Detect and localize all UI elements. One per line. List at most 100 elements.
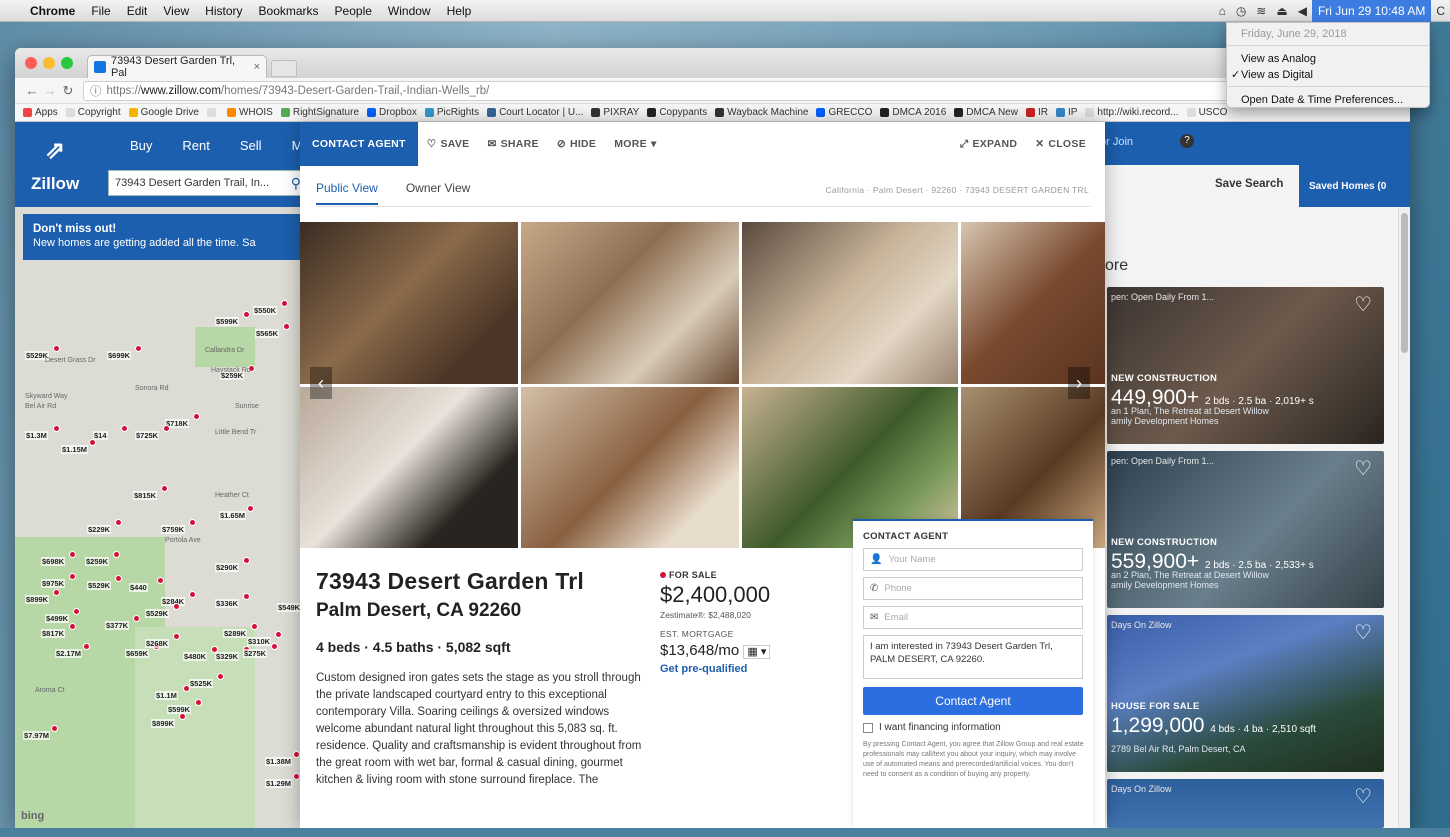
map-price-label[interactable]: $310K	[247, 637, 272, 646]
zestimate[interactable]: Zestimate®: $2,488,020	[660, 610, 770, 620]
map-price-label[interactable]: $1.1M	[155, 691, 178, 700]
bookmark-google-drive[interactable]: Google Drive	[125, 107, 203, 118]
view-as-digital-item[interactable]: ✓ View as Digital	[1227, 66, 1429, 82]
map-marker-pin-icon[interactable]	[51, 725, 58, 732]
map-price-label[interactable]: $525K	[189, 679, 214, 688]
map-marker-pin-icon[interactable]	[275, 631, 282, 638]
tab-close-icon[interactable]: ×	[254, 61, 260, 73]
bookmark-rightsignature[interactable]: RightSignature	[277, 107, 363, 118]
gallery-next-arrow-icon[interactable]: ›	[1068, 367, 1090, 399]
share-button[interactable]: ✉ SHARE	[478, 138, 547, 150]
map-marker-pin-icon[interactable]	[53, 425, 60, 432]
help-icon[interactable]: ?	[1180, 134, 1194, 148]
tab-owner-view[interactable]: Owner View	[406, 181, 470, 205]
map-price-label[interactable]: $1.15M	[61, 445, 89, 454]
photo-bathroom-vanity[interactable]	[300, 222, 518, 384]
map-price-label[interactable]: $899K	[25, 595, 50, 604]
expand-button[interactable]: ⤢ EXPAND	[951, 138, 1026, 151]
map-price-label[interactable]: $377K	[105, 621, 130, 630]
heart-icon[interactable]: ♡	[1354, 292, 1372, 317]
dont-miss-out-banner[interactable]: Don't miss out! New homes are getting ad…	[23, 214, 305, 260]
view-as-analog-item[interactable]: View as Analog	[1227, 50, 1429, 66]
photo-bedroom-sleigh[interactable]	[521, 387, 739, 548]
photo-bathroom-tv[interactable]	[742, 222, 958, 384]
listing-card[interactable]: Days On Zillow ♡	[1107, 779, 1384, 828]
map-marker-pin-icon[interactable]	[161, 485, 168, 492]
bookmark-wiki-record[interactable]: http://wiki.record...	[1081, 107, 1182, 118]
back-arrow-icon[interactable]: ←	[23, 83, 41, 98]
map-price-label[interactable]: $499K	[45, 614, 70, 623]
menu-people[interactable]: People	[327, 4, 380, 18]
map-marker-pin-icon[interactable]	[69, 551, 76, 558]
reload-icon[interactable]: ↻	[59, 83, 77, 99]
bookmark-apps[interactable]: Apps	[19, 107, 62, 118]
save-button[interactable]: ♡ SAVE	[418, 138, 479, 150]
info-icon[interactable]: ⓘ	[90, 83, 102, 99]
url-input[interactable]: ⓘ https://www.zillow.com/homes/73943-Des…	[83, 80, 1402, 101]
bookmark-copypants[interactable]: Copypants	[643, 107, 711, 118]
map-marker-pin-icon[interactable]	[115, 575, 122, 582]
hide-button[interactable]: ⊘ HIDE	[548, 138, 605, 150]
map-marker-pin-icon[interactable]	[163, 425, 170, 432]
map-price-label[interactable]: $817K	[41, 629, 66, 638]
map-price-label[interactable]: $1.38M	[265, 757, 293, 766]
map-price-label[interactable]: $480K	[183, 652, 208, 661]
map-marker-pin-icon[interactable]	[83, 643, 90, 650]
bookmark-court-locator[interactable]: Court Locator | U...	[483, 107, 587, 118]
contact-agent-tab-button[interactable]: CONTACT AGENT	[300, 122, 418, 166]
bookmark-blank[interactable]	[203, 108, 223, 117]
forward-arrow-icon[interactable]: →	[41, 83, 59, 98]
map-marker-pin-icon[interactable]	[69, 573, 76, 580]
heart-icon[interactable]: ♡	[1354, 620, 1372, 645]
nav-buy[interactable]: Buy	[130, 138, 152, 153]
map-marker-pin-icon[interactable]	[243, 311, 250, 318]
get-prequalified-link[interactable]: Get pre-qualified	[660, 663, 770, 675]
breadcrumb[interactable]: California · Palm Desert · 92260 · 73943…	[825, 185, 1089, 195]
bookmark-grecco[interactable]: GRECCO	[812, 107, 876, 118]
map-marker-pin-icon[interactable]	[69, 623, 76, 630]
menu-help[interactable]: Help	[439, 4, 480, 18]
menubar-extra-c[interactable]: C	[1431, 4, 1450, 18]
scrollbar-thumb[interactable]	[1401, 213, 1408, 353]
time-machine-icon[interactable]: ◷	[1231, 4, 1251, 18]
map-price-label[interactable]: $329K	[215, 652, 240, 661]
map-marker-pin-icon[interactable]	[173, 633, 180, 640]
saved-homes-button[interactable]: Saved Homes (0	[1299, 165, 1410, 207]
map-marker-pin-icon[interactable]	[293, 773, 300, 780]
map-marker-pin-icon[interactable]	[251, 623, 258, 630]
save-search-button[interactable]: Save Search	[1215, 178, 1283, 190]
map-price-label[interactable]: $659K	[125, 649, 150, 658]
map-price-label[interactable]: $599K	[167, 705, 192, 714]
bookmark-dmca-2016[interactable]: DMCA 2016	[876, 107, 950, 118]
heart-icon[interactable]: ♡	[1354, 784, 1372, 809]
heart-icon[interactable]: ♡	[1354, 456, 1372, 481]
financing-checkbox-row[interactable]: I want financing information	[863, 722, 1083, 733]
map-price-label[interactable]: $275K	[243, 649, 268, 658]
name-field[interactable]: 👤 Your Name	[863, 548, 1083, 571]
page-scrollbar[interactable]	[1398, 207, 1410, 828]
menu-edit[interactable]: Edit	[119, 4, 156, 18]
map-price-label[interactable]: $759K	[161, 525, 186, 534]
map-marker-pin-icon[interactable]	[115, 519, 122, 526]
map-price-label[interactable]: $815K	[133, 491, 158, 500]
map-marker-pin-icon[interactable]	[73, 608, 80, 615]
map-price-label[interactable]: $268K	[145, 639, 170, 648]
map-price-label[interactable]: $7.97M	[23, 731, 51, 740]
photo-bathroom-counter[interactable]	[521, 222, 739, 384]
map-price-label[interactable]: $975K	[41, 579, 66, 588]
minimize-window-button[interactable]	[43, 57, 55, 69]
zoom-window-button[interactable]	[61, 57, 73, 69]
map-marker-pin-icon[interactable]	[243, 557, 250, 564]
listing-card[interactable]: pen: Open Daily From 1... ♡ NEW CONSTRUC…	[1107, 451, 1384, 608]
menu-window[interactable]: Window	[380, 4, 439, 18]
map-marker-pin-icon[interactable]	[113, 551, 120, 558]
map-marker-pin-icon[interactable]	[271, 643, 278, 650]
map-marker-pin-icon[interactable]	[293, 751, 300, 758]
map-marker-pin-icon[interactable]	[89, 439, 96, 446]
map-price-label[interactable]: $290K	[215, 563, 240, 572]
bookmark-ir[interactable]: IR	[1022, 107, 1052, 118]
eject-icon[interactable]: ⏏	[1271, 4, 1292, 18]
calculator-icon[interactable]: ▦ ▾	[743, 645, 771, 659]
photo-bedroom-zebra[interactable]	[300, 387, 518, 548]
map-price-label[interactable]: $336K	[215, 599, 240, 608]
